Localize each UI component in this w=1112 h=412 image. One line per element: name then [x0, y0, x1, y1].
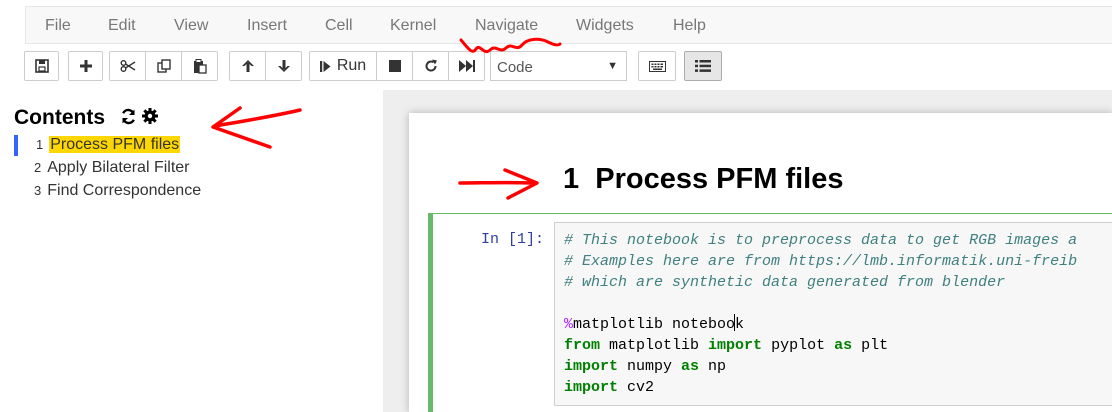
code-line-7: import numpy as np — [564, 358, 727, 375]
paste-icon — [193, 58, 207, 74]
save-group — [24, 51, 59, 81]
code-line-6: from matplotlib import pyplot as plt — [564, 337, 889, 354]
heading-text: Process PFM files — [595, 163, 844, 195]
move-group — [229, 51, 302, 81]
insert-cell-button[interactable] — [68, 51, 103, 81]
refresh-icon[interactable] — [120, 108, 137, 125]
restart-kernel-button[interactable] — [412, 51, 449, 81]
section-heading[interactable]: 1 Process PFM files — [563, 163, 843, 196]
menu-view[interactable]: View — [174, 17, 208, 35]
toc-toggle-button[interactable] — [684, 51, 722, 81]
toc-item-number: 1 — [36, 137, 44, 152]
code-lines[interactable]: # This notebook is to preprocess data to… — [564, 230, 1077, 398]
insert-group — [68, 51, 103, 81]
plus-icon — [79, 60, 92, 72]
toc-icons — [120, 108, 158, 125]
move-down-button[interactable] — [265, 51, 302, 81]
run-group: Run — [309, 51, 485, 81]
heading-number: 1 — [563, 163, 580, 195]
dropdown-caret-icon: ▼ — [607, 60, 618, 72]
menubar: File Edit View Insert Cell Kernel Naviga… — [25, 6, 1112, 44]
menu-file[interactable]: File — [45, 17, 71, 35]
arrow-up-icon — [241, 60, 254, 72]
toc-item-label: Find Correspondence — [47, 182, 202, 199]
header: File Edit View Insert Cell Kernel Naviga… — [0, 0, 1112, 90]
jupyter-notebook-window: File Edit View Insert Cell Kernel Naviga… — [0, 0, 1112, 412]
list-icon — [695, 60, 711, 72]
toc-sidebar: Contents 1 Process PFM files 2 Apply Bil… — [0, 90, 383, 412]
menu-cell[interactable]: Cell — [325, 17, 353, 35]
code-line-2: # Examples here are from https://lmb.inf… — [564, 253, 1078, 270]
input-prompt: In [1]: — [481, 231, 545, 248]
code-line-3: # which are synthetic data generated fro… — [564, 274, 1006, 291]
text-cursor — [734, 314, 736, 331]
menu-edit[interactable]: Edit — [108, 17, 136, 35]
copy-button[interactable] — [145, 51, 182, 81]
restart-run-all-button[interactable] — [448, 51, 485, 81]
save-button[interactable] — [24, 51, 59, 81]
paste-button[interactable] — [181, 51, 218, 81]
toc-item-number: 2 — [34, 160, 42, 175]
cell-type-select[interactable]: Code ▼ — [490, 51, 627, 81]
toc-item-label: Apply Bilateral Filter — [47, 159, 190, 176]
toolbar: Run Code ▼ — [24, 51, 1112, 83]
toc-item-1[interactable]: 1 Process PFM files — [36, 136, 181, 154]
toc-item-3[interactable]: 3 Find Correspondence — [34, 182, 201, 200]
toc-item-label: Process PFM files — [49, 136, 181, 153]
cut-button[interactable] — [109, 51, 146, 81]
run-button[interactable]: Run — [309, 51, 377, 81]
menu-navigate[interactable]: Navigate — [475, 17, 538, 35]
code-line-1: # This notebook is to preprocess data to… — [564, 232, 1078, 249]
redo-icon — [425, 59, 437, 72]
run-button-label: Run — [336, 57, 367, 74]
toc-toggle-group — [684, 51, 722, 81]
palette-group — [638, 51, 676, 81]
menu-insert[interactable]: Insert — [247, 17, 287, 35]
menu-help[interactable]: Help — [673, 17, 706, 35]
arrow-down-icon — [277, 60, 290, 72]
step-forward-icon — [319, 60, 331, 72]
code-line-5: %matplotlib notebook — [564, 314, 745, 333]
move-up-button[interactable] — [229, 51, 266, 81]
toc-item-number: 3 — [34, 183, 42, 198]
interrupt-button[interactable] — [376, 51, 413, 81]
command-palette-button[interactable] — [638, 51, 676, 81]
fast-forward-icon — [458, 60, 475, 72]
toc-title: Contents — [14, 106, 105, 129]
toc-active-indicator — [14, 135, 18, 156]
stop-icon — [388, 60, 401, 72]
menu-kernel[interactable]: Kernel — [390, 17, 436, 35]
scissors-icon — [120, 60, 135, 72]
keyboard-icon — [648, 60, 666, 72]
code-line-8: import cv2 — [564, 379, 655, 396]
cell-type-value: Code — [497, 59, 533, 76]
clipboard-group — [109, 51, 218, 81]
gear-icon[interactable] — [142, 108, 158, 124]
menu-widgets[interactable]: Widgets — [576, 17, 634, 35]
toc-item-2[interactable]: 2 Apply Bilateral Filter — [34, 159, 190, 177]
save-icon — [34, 59, 49, 73]
copy-icon — [156, 59, 171, 73]
